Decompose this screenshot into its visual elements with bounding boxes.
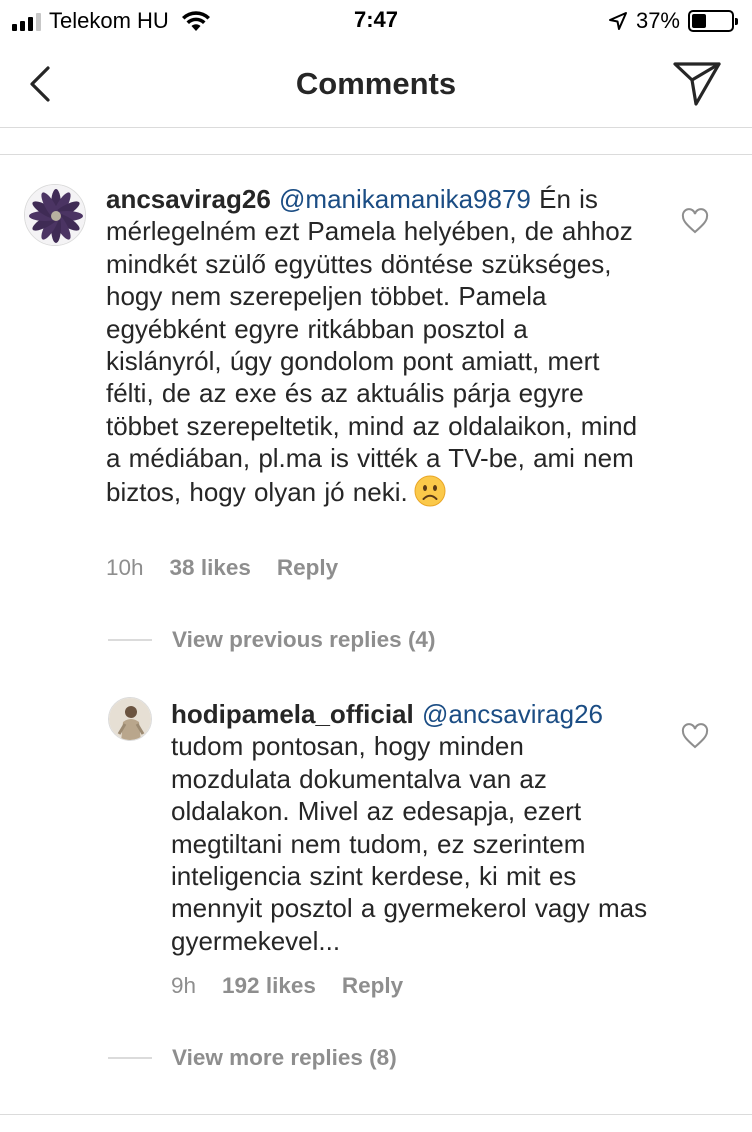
page-title: Comments xyxy=(295,66,457,101)
reply-mention[interactable]: @ancsavirag26 xyxy=(422,699,603,729)
status-right: 37% xyxy=(608,8,738,34)
comment-mention[interactable]: @manikamanika9879 xyxy=(279,184,531,214)
status-bar: Telekom HU 7:47 37% xyxy=(0,0,752,42)
comment-time: 10h xyxy=(106,555,144,580)
reply-button[interactable]: Reply xyxy=(277,555,338,581)
nav-bar: Comments xyxy=(0,42,752,128)
comment-likes[interactable]: 38 likes xyxy=(170,555,251,581)
flower-avatar-icon xyxy=(25,185,85,245)
comment-meta: 10h 38 likes Reply xyxy=(106,555,338,581)
reply-meta: 9h 192 likes Reply xyxy=(171,973,403,999)
battery-fill xyxy=(692,14,707,28)
divider xyxy=(0,1114,752,1115)
view-more-replies-label: View more replies (8) xyxy=(172,1045,397,1070)
avatar[interactable] xyxy=(108,697,152,741)
view-previous-replies-button[interactable]: View previous replies (4) xyxy=(108,627,435,653)
reply-likes[interactable]: 192 likes xyxy=(222,973,316,999)
battery-icon xyxy=(688,10,738,32)
comment-text: Én is mérlegelném ezt Pamela helyében, d… xyxy=(106,184,638,507)
like-heart-icon[interactable] xyxy=(681,723,709,749)
comment-username[interactable]: ancsavirag26 xyxy=(106,184,271,214)
reply-body: hodipamela_official @ancsavirag26 tudom … xyxy=(171,698,651,957)
like-heart-icon[interactable] xyxy=(681,208,709,234)
sad-face-emoji-icon xyxy=(414,475,446,507)
person-avatar-icon xyxy=(109,698,151,740)
view-previous-replies-label: View previous replies (4) xyxy=(172,627,436,652)
avatar[interactable] xyxy=(24,184,86,246)
location-arrow-icon xyxy=(608,12,627,30)
divider xyxy=(0,154,752,155)
view-more-replies-button[interactable]: View more replies (8) xyxy=(108,1045,397,1071)
reply-thread-line xyxy=(108,639,152,641)
battery-percentage: 37% xyxy=(635,8,680,33)
reply-button[interactable]: Reply xyxy=(342,973,403,999)
reply-thread-line xyxy=(108,1057,152,1059)
direct-send-icon[interactable] xyxy=(672,58,722,108)
reply-time: 9h xyxy=(171,973,197,998)
comment-body: ancsavirag26 @manikamanika9879 Én is mér… xyxy=(106,183,646,508)
reply-text: tudom pontosan, hogy minden mozdulata do… xyxy=(171,731,648,956)
reply-username[interactable]: hodipamela_official xyxy=(171,699,414,729)
